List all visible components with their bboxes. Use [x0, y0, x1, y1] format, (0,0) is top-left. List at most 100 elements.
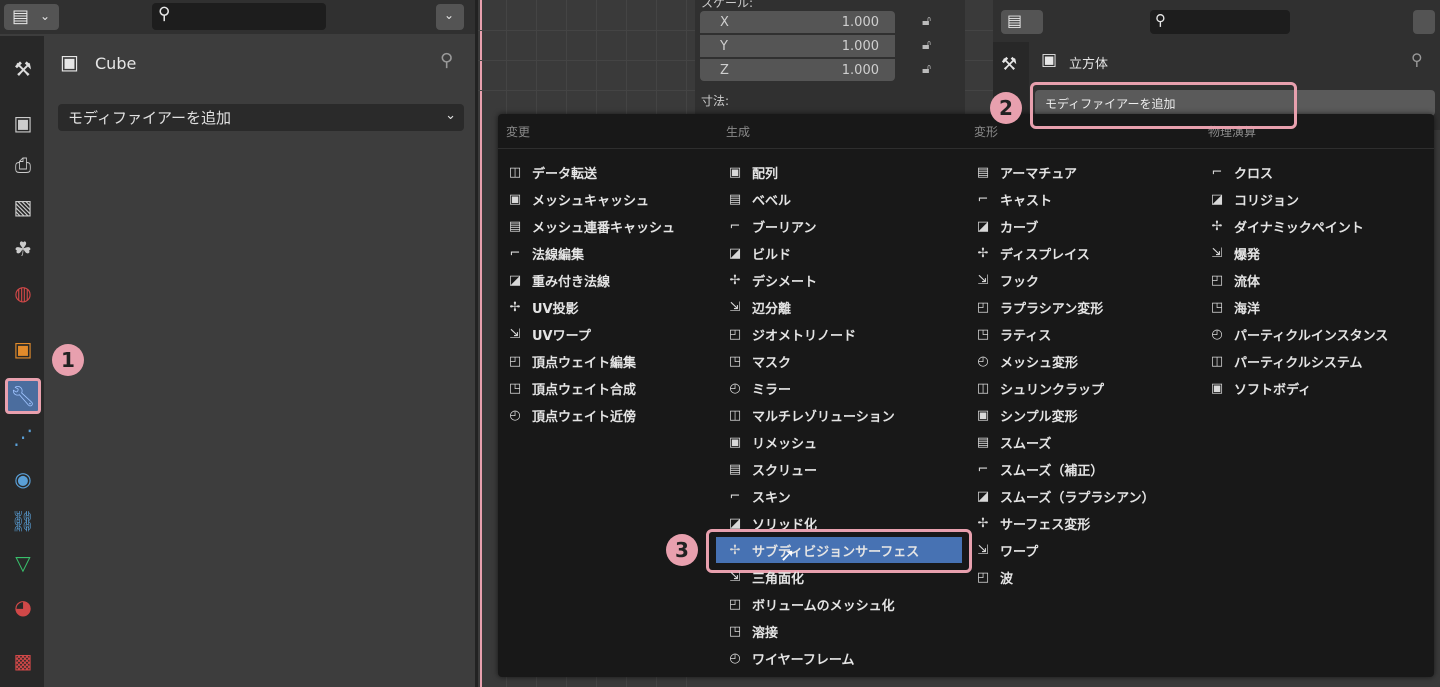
editor-type-button[interactable]: ▤ ⌄ — [4, 4, 59, 30]
menu-item[interactable]: ◫ データ転送 — [506, 159, 597, 185]
menu-item-label: 爆発 — [1234, 247, 1261, 263]
menu-item[interactable]: ✢ ディスプレイス — [974, 240, 1090, 266]
tab-view-layer[interactable]: ▧ — [8, 192, 38, 222]
menu-item[interactable]: ⇲ フック — [974, 267, 1039, 293]
menu-item[interactable]: ◰ 波 — [974, 564, 1013, 590]
physics-icon: ◉ — [14, 467, 32, 491]
tab-data[interactable]: ▽ — [8, 548, 38, 578]
menu-item-label: ラティス — [1000, 328, 1052, 344]
menu-item[interactable]: ⌐ スムーズ（補正） — [974, 456, 1104, 482]
menu-item[interactable]: ◳ 海洋 — [1208, 294, 1260, 320]
menu-item[interactable]: ⇲ 爆発 — [1208, 240, 1260, 266]
menu-item-label: リメッシュ — [752, 436, 818, 452]
menu-item[interactable]: ◳ ラティス — [974, 321, 1051, 347]
menu-item[interactable]: ◪ ビルド — [726, 240, 791, 266]
menu-item[interactable]: ◪ コリジョン — [1208, 186, 1299, 212]
tab-output[interactable]: ⎙ — [8, 150, 38, 180]
scale-x-field[interactable]: X 1.000 — [700, 11, 895, 33]
menu-item[interactable]: ⇲ ワープ — [974, 537, 1039, 563]
search-input[interactable]: ⚲ — [1150, 10, 1290, 34]
scale-y-field[interactable]: Y 1.000 — [700, 35, 895, 57]
menu-item[interactable]: ⌐ スキン — [726, 483, 791, 509]
menu-item[interactable]: ▣ リメッシュ — [726, 429, 817, 455]
modifier-icon: ✢ — [977, 515, 989, 531]
menu-item[interactable]: ⌐ クロス — [1208, 159, 1273, 185]
menu-item[interactable]: ▣ 配列 — [726, 159, 778, 185]
menu-item-label: ソフトボディ — [1234, 382, 1312, 398]
menu-item-label: スキン — [752, 490, 791, 506]
modifier-icon: ◰ — [508, 353, 522, 369]
texture-icon: ▩ — [13, 649, 33, 673]
menu-item[interactable]: ✢ サーフェス変形 — [974, 510, 1091, 536]
search-icon: ⚲ — [158, 4, 171, 24]
menu-item[interactable]: ⌐ キャスト — [974, 186, 1052, 212]
menu-item-label: ジオメトリノード — [752, 328, 857, 344]
menu-item[interactable]: ▤ アーマチュア — [974, 159, 1077, 185]
tab-particles[interactable]: ⋰ — [8, 422, 38, 452]
tab-texture[interactable]: ▩ — [8, 646, 38, 676]
lock-icon[interactable]: 🔓︎ — [922, 13, 931, 29]
menu-item[interactable]: ▤ メッシュ連番キャッシュ — [506, 213, 675, 239]
menu-item[interactable]: ◴ ミラー — [726, 375, 791, 401]
menu-item[interactable]: ◪ 重み付き法線 — [506, 267, 610, 293]
menu-item[interactable]: ▣ シンプル変形 — [974, 402, 1078, 428]
menu-item[interactable]: ◴ パーティクルインスタンス — [1208, 321, 1388, 347]
menu-item[interactable]: ◪ スムーズ（ラプラシアン） — [974, 483, 1155, 509]
pin-icon[interactable]: ⚲ — [440, 52, 453, 70]
menu-item[interactable]: ◴ ワイヤーフレーム — [726, 645, 854, 671]
pin-icon[interactable]: ⚲ — [1411, 52, 1423, 68]
menu-item[interactable]: ◳ 頂点ウェイト合成 — [506, 375, 636, 401]
menu-item[interactable]: ⇲ UVワープ — [506, 321, 591, 347]
menu-item[interactable]: ◫ パーティクルシステム — [1208, 348, 1363, 374]
menu-item[interactable]: ◳ 溶接 — [726, 618, 778, 644]
tab-render[interactable]: ▣ — [8, 108, 38, 138]
scale-z-field[interactable]: Z 1.000 — [700, 59, 895, 81]
menu-item[interactable]: ⌐ 法線編集 — [506, 240, 584, 266]
menu-item-label: ディスプレイス — [1000, 247, 1090, 263]
menu-item[interactable]: ◴ メッシュ変形 — [974, 348, 1078, 374]
menu-item[interactable]: ◰ 流体 — [1208, 267, 1260, 293]
add-modifier-dropdown[interactable]: モディファイアーを追加 ⌄ — [58, 104, 464, 131]
menu-item[interactable]: ⇲ 三角面化 — [726, 564, 804, 590]
menu-item[interactable]: ▣ ソフトボディ — [1208, 375, 1311, 401]
tool-icon[interactable]: ⚒ — [1001, 56, 1017, 74]
menu-item[interactable]: ✢ UV投影 — [506, 294, 579, 320]
tab-object[interactable]: ▣ — [8, 334, 38, 364]
modifier-icon: ⇲ — [977, 272, 989, 288]
menu-item[interactable]: ◪ カーブ — [974, 213, 1038, 239]
menu-item[interactable]: ✢ デシメート — [726, 267, 817, 293]
menu-item[interactable]: ◰ ラプラシアン変形 — [974, 294, 1103, 320]
tab-material[interactable]: ◕ — [8, 592, 38, 622]
menu-item[interactable]: ▤ スクリュー — [726, 456, 817, 482]
menu-item[interactable]: ▤ スムーズ — [974, 429, 1052, 455]
tab-tool[interactable]: ⚒ — [8, 54, 38, 84]
modifier-icon: ⌐ — [729, 218, 741, 234]
menu-item[interactable]: ◰ ボリュームのメッシュ化 — [726, 591, 895, 617]
menu-item[interactable]: ◫ マルチレゾリューション — [726, 402, 895, 428]
editor-type-button[interactable]: ▤ — [1001, 10, 1043, 34]
search-input[interactable]: ⚲ — [152, 3, 326, 30]
menu-item[interactable]: ✢ ダイナミックペイント — [1208, 213, 1364, 239]
menu-item[interactable]: ◳ マスク — [726, 348, 791, 374]
menu-item[interactable]: ◫ シュリンクラップ — [974, 375, 1104, 401]
menu-item[interactable]: ◰ 頂点ウェイト編集 — [506, 348, 636, 374]
menu-item[interactable]: ▤ ベベル — [726, 186, 791, 212]
menu-item[interactable]: ⌐ ブーリアン — [726, 213, 817, 239]
menu-item[interactable]: ◰ ジオメトリノード — [726, 321, 856, 347]
tab-physics[interactable]: ◉ — [8, 464, 38, 494]
modifier-icon: ▤ — [508, 218, 522, 234]
lock-icon[interactable]: 🔓︎ — [922, 61, 931, 77]
tab-world[interactable]: ◍ — [8, 278, 38, 308]
menu-item[interactable]: ◴ 頂点ウェイト近傍 — [506, 402, 636, 428]
menu-item-label: ラプラシアン変形 — [1000, 301, 1104, 317]
menu-item[interactable]: ▣ メッシュキャッシュ — [506, 186, 649, 212]
tab-constraints[interactable]: ⛓ — [8, 506, 38, 536]
options-dropdown[interactable]: ⌄ — [436, 4, 464, 30]
menu-item-label: キャスト — [1000, 193, 1053, 209]
tab-modifiers[interactable]: 🔧︎ — [5, 378, 41, 414]
options-dropdown[interactable] — [1413, 10, 1435, 34]
menu-item-label: ワイヤーフレーム — [752, 652, 855, 668]
menu-item[interactable]: ⇲ 辺分離 — [726, 294, 791, 320]
lock-icon[interactable]: 🔓︎ — [922, 37, 931, 53]
tab-scene[interactable]: ☘ — [8, 234, 38, 264]
